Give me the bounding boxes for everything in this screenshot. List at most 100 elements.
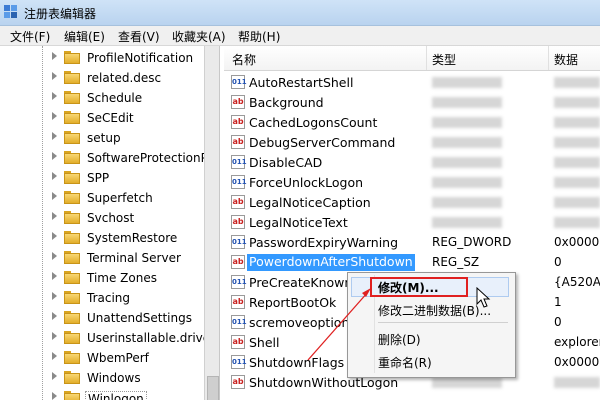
tree-item-label: Userinstallable.drive xyxy=(87,331,211,345)
menu-bar: 文件(F) 编辑(E) 查看(V) 收藏夹(A) 帮助(H) xyxy=(0,26,600,46)
expand-arrow-icon[interactable] xyxy=(52,192,57,200)
expand-arrow-icon[interactable] xyxy=(52,152,57,160)
tree-item-label: UnattendSettings xyxy=(87,311,192,325)
expand-arrow-icon[interactable] xyxy=(52,232,57,240)
value-name: ShutdownFlags xyxy=(249,355,345,370)
key-tree-pane[interactable]: ProfileNotification related.desc Schedule S… xyxy=(0,46,220,400)
menu-file[interactable]: 文件(F) xyxy=(6,28,54,45)
blurred-type xyxy=(432,177,502,188)
expand-arrow-icon[interactable] xyxy=(52,392,57,400)
folder-icon xyxy=(64,91,80,104)
expand-arrow-icon[interactable] xyxy=(52,372,57,380)
menu-edit[interactable]: 编辑(E) xyxy=(60,28,109,45)
column-divider[interactable] xyxy=(426,46,427,70)
folder-icon xyxy=(64,331,80,344)
value-row[interactable]: 011 AutoRestartShell xyxy=(224,72,600,93)
tree-item[interactable]: related.desc xyxy=(52,68,207,88)
tree-item[interactable]: WbemPerf xyxy=(52,348,207,368)
expand-arrow-icon[interactable] xyxy=(52,92,57,100)
tree-item[interactable]: SoftwareProtectionP xyxy=(52,148,208,168)
value-data: 1 xyxy=(554,295,562,309)
tree-item-label: SoftwareProtectionP xyxy=(87,151,208,165)
column-header-data[interactable]: 数据 xyxy=(554,51,578,68)
window-title: 注册表编辑器 xyxy=(24,7,97,21)
tree-guide-line xyxy=(42,46,44,400)
blurred-type xyxy=(432,137,502,148)
expand-arrow-icon[interactable] xyxy=(52,52,57,60)
tree-item[interactable]: SPP xyxy=(52,168,207,188)
value-row[interactable]: ab PowerdownAfterShutdown REG_SZ 0 xyxy=(224,252,600,273)
expand-arrow-icon[interactable] xyxy=(52,132,57,140)
tree-item[interactable]: ProfileNotification xyxy=(52,48,207,68)
column-divider[interactable] xyxy=(548,46,549,70)
value-row[interactable]: ab Background xyxy=(224,92,600,113)
menu-item-delete[interactable]: 删除(D) xyxy=(378,331,421,348)
tree-item[interactable]: Time Zones xyxy=(52,268,207,288)
folder-icon xyxy=(64,271,80,284)
string-value-icon: ab xyxy=(231,115,245,129)
value-row[interactable]: 011 PasswordExpiryWarning REG_DWORD 0x0000 xyxy=(224,232,600,253)
value-row[interactable]: ab LegalNoticeText xyxy=(224,212,600,233)
value-name: LegalNoticeCaption xyxy=(249,195,371,210)
menu-item-rename[interactable]: 重命名(R) xyxy=(378,354,432,371)
expand-arrow-icon[interactable] xyxy=(52,252,57,260)
value-row[interactable]: 011 DisableCAD xyxy=(224,152,600,173)
expand-arrow-icon[interactable] xyxy=(52,312,57,320)
tree-item[interactable]: Svchost xyxy=(52,208,207,228)
value-row[interactable]: 011 ForceUnlockLogon xyxy=(224,172,600,193)
expand-arrow-icon[interactable] xyxy=(52,112,57,120)
folder-icon xyxy=(64,131,80,144)
expand-arrow-icon[interactable] xyxy=(52,352,57,360)
tree-item[interactable]: SeCEdit xyxy=(52,108,207,128)
value-data: 0x00000 xyxy=(554,355,600,369)
value-row[interactable]: ab DebugServerCommand xyxy=(224,132,600,153)
tree-item[interactable]: Windows xyxy=(52,368,207,388)
expand-arrow-icon[interactable] xyxy=(52,272,57,280)
string-value-icon: ab xyxy=(231,255,245,269)
folder-icon xyxy=(64,351,80,364)
tree-item[interactable]: UnattendSettings xyxy=(52,308,207,328)
tree-item-label: ProfileNotification xyxy=(87,51,194,65)
menu-item-modify-binary[interactable]: 修改二进制数据(B)... xyxy=(378,302,491,319)
tree-item[interactable]: SystemRestore xyxy=(52,228,207,248)
dword-value-icon: 011 xyxy=(231,75,247,89)
tree-scroll-thumb[interactable] xyxy=(207,376,219,400)
dword-value-icon: 011 xyxy=(231,235,247,249)
expand-arrow-icon[interactable] xyxy=(52,332,57,340)
string-value-icon: ab xyxy=(231,135,245,149)
tree-item-label: Schedule xyxy=(87,91,143,105)
tree-scrollbar[interactable] xyxy=(204,46,219,400)
expand-arrow-icon[interactable] xyxy=(52,172,57,180)
blurred-data xyxy=(554,137,600,148)
value-row[interactable]: ab LegalNoticeCaption xyxy=(224,192,600,213)
tree-item[interactable]: Schedule xyxy=(52,88,207,108)
blurred-data xyxy=(554,377,600,388)
tree-item[interactable]: Superfetch xyxy=(52,188,207,208)
expand-arrow-icon[interactable] xyxy=(52,72,57,80)
tree-item[interactable]: Winlogon xyxy=(52,388,207,400)
value-type: REG_DWORD xyxy=(432,235,512,249)
tree-item[interactable]: Tracing xyxy=(52,288,207,308)
tree-item[interactable]: Userinstallable.drive xyxy=(52,328,211,348)
tree-item[interactable]: Terminal Server xyxy=(52,248,207,268)
expand-arrow-icon[interactable] xyxy=(52,212,57,220)
folder-icon xyxy=(64,171,80,184)
column-header-type[interactable]: 类型 xyxy=(432,51,456,68)
tree-item[interactable]: setup xyxy=(52,128,207,148)
column-header-name[interactable]: 名称 xyxy=(232,51,256,68)
menu-view[interactable]: 查看(V) xyxy=(114,28,164,45)
expand-arrow-icon[interactable] xyxy=(52,292,57,300)
tree-item-label: SystemRestore xyxy=(87,231,178,245)
blurred-data xyxy=(554,197,600,208)
registry-editor-icon xyxy=(4,5,18,19)
annotation-highlight-box xyxy=(370,277,468,297)
value-name: ForceUnlockLogon xyxy=(249,175,364,190)
string-value-icon: ab xyxy=(231,215,245,229)
tree-item-label: Superfetch xyxy=(87,191,153,205)
value-type: REG_SZ xyxy=(432,255,480,269)
menu-help[interactable]: 帮助(H) xyxy=(234,28,284,45)
folder-icon xyxy=(64,111,80,124)
menu-favorites[interactable]: 收藏夹(A) xyxy=(168,28,230,45)
value-row[interactable]: ab CachedLogonsCount xyxy=(224,112,600,133)
value-data: explorer xyxy=(554,335,600,349)
